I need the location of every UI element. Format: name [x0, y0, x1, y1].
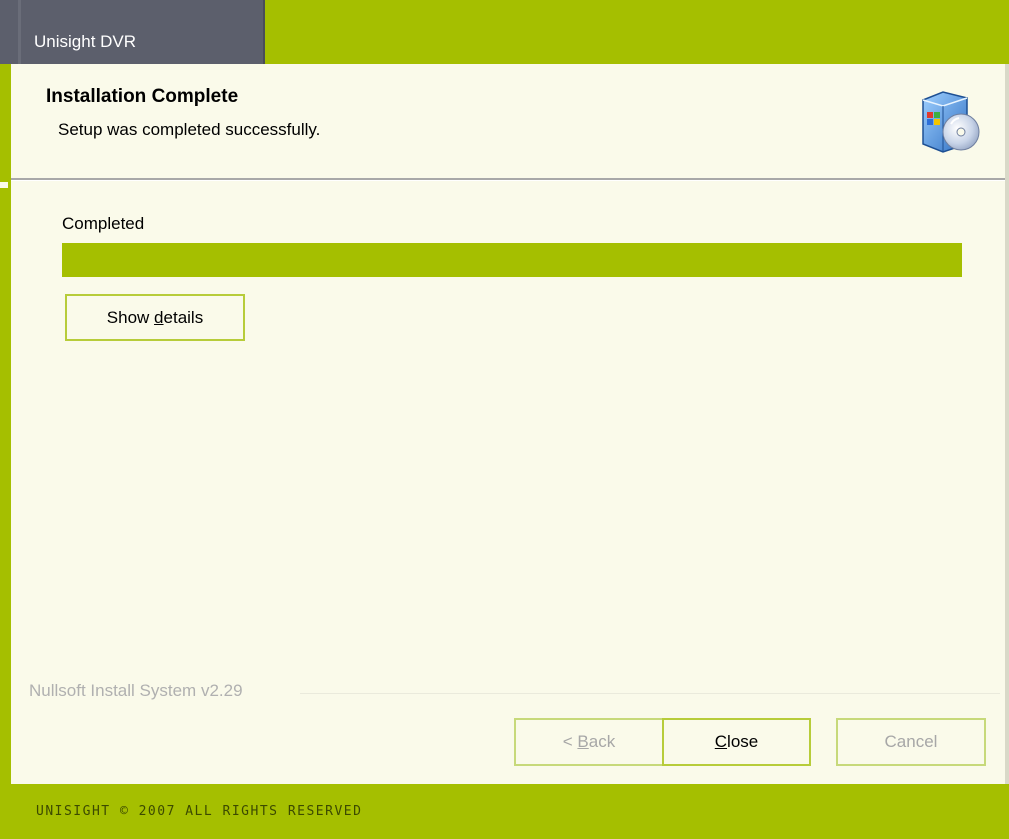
close-button-label: Close	[714, 732, 759, 751]
progress-bar	[62, 243, 962, 277]
title-tab-edge	[18, 0, 21, 64]
installer-window: Unisight DVR Installation Complete Setup…	[0, 0, 1009, 839]
header-separator	[11, 178, 1005, 181]
show-details-label: Show details	[106, 307, 204, 327]
left-border	[0, 64, 11, 784]
close-button[interactable]: Close	[662, 718, 811, 766]
cancel-button[interactable]: Cancel	[836, 718, 986, 766]
back-button-label: < Back	[562, 732, 616, 751]
branding-divider	[300, 693, 1000, 694]
branding-text: Nullsoft Install System v2.29	[29, 681, 243, 700]
cancel-button-label: Cancel	[884, 732, 938, 751]
page-subtitle: Setup was completed successfully.	[58, 120, 321, 139]
footer-bar: UNISIGHT © 2007 ALL RIGHTS RESERVED	[0, 784, 1009, 839]
right-border	[1005, 64, 1009, 784]
back-button[interactable]: < Back	[514, 718, 664, 766]
copyright-text: UNISIGHT © 2007 ALL RIGHTS RESERVED	[36, 804, 363, 819]
page-title: Installation Complete	[46, 86, 239, 107]
title-tab: Unisight DVR	[0, 0, 265, 64]
installer-cd-icon	[922, 91, 980, 153]
left-border-notch	[0, 182, 8, 188]
show-details-button[interactable]: Show details	[65, 294, 245, 341]
status-label: Completed	[62, 214, 145, 233]
header-panel: Installation Complete Setup was complete…	[11, 64, 1005, 178]
window-title: Unisight DVR	[34, 32, 137, 51]
progress-bar-fill	[62, 243, 962, 277]
title-bar: Unisight DVR	[0, 0, 1009, 64]
